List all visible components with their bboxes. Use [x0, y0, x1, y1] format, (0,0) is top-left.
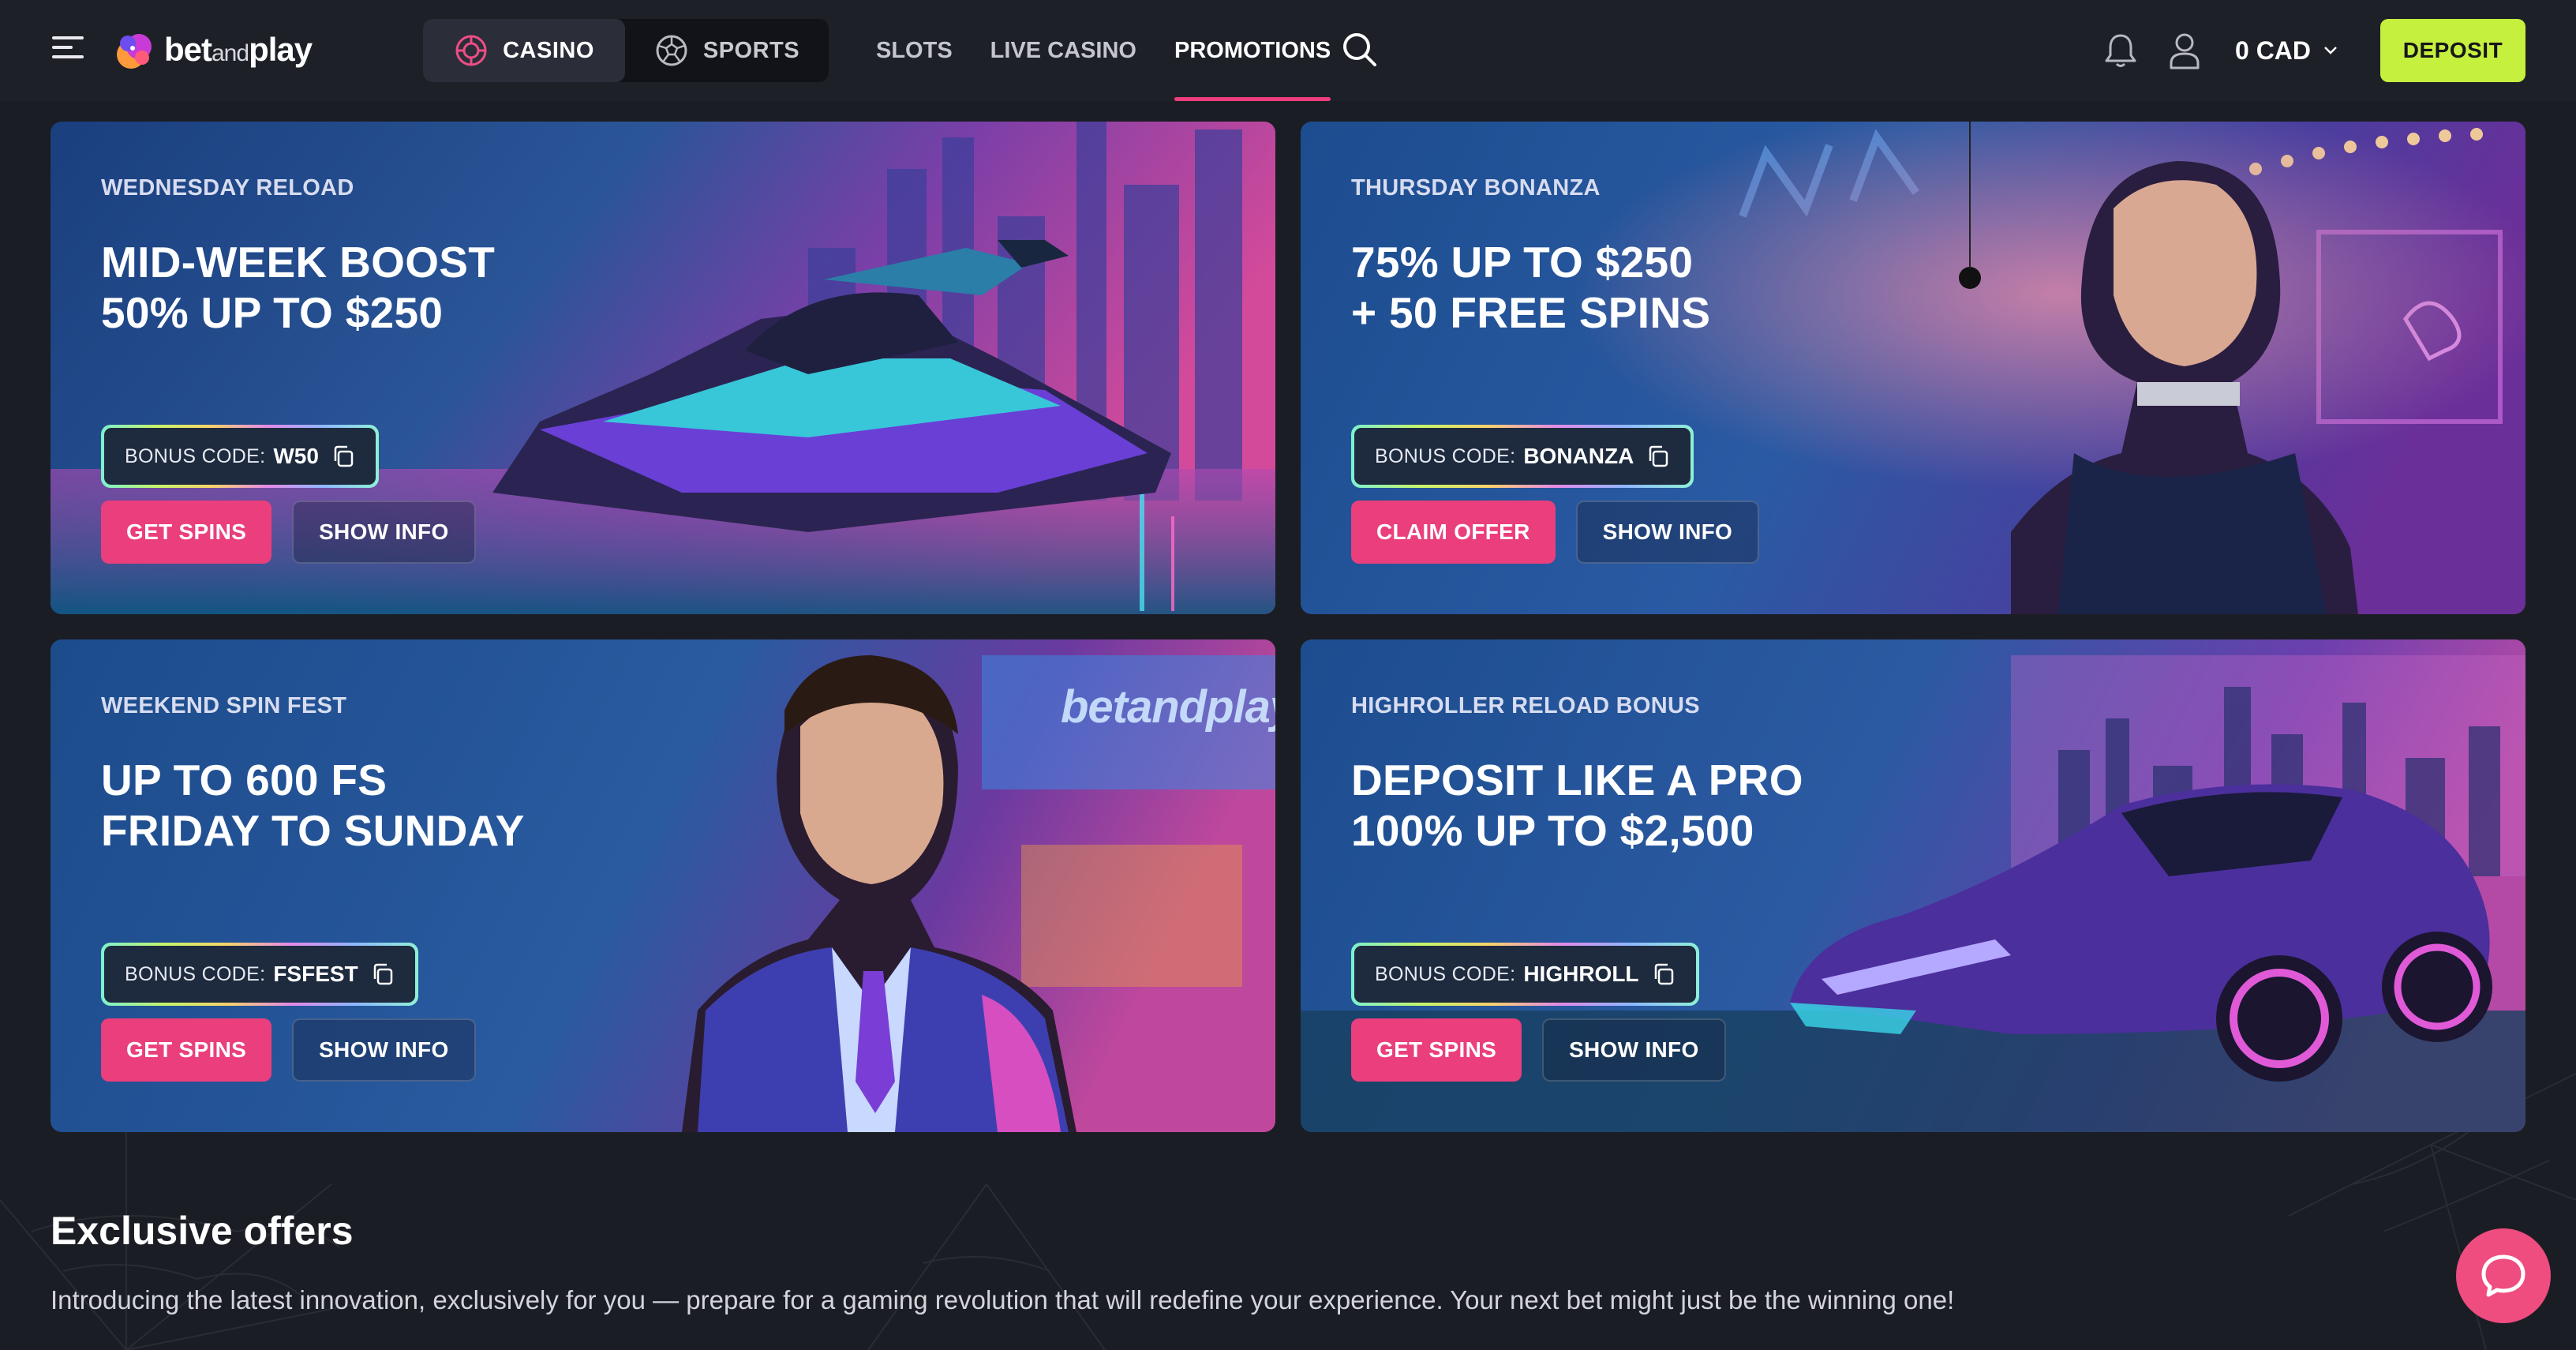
promo-title: DEPOSIT LIKE A PRO 100% UP TO $2,500	[1351, 756, 1803, 855]
nav-live-casino[interactable]: LIVE CASINO	[990, 0, 1136, 101]
show-info-button[interactable]: SHOW INFO	[1542, 1018, 1726, 1082]
bonus-code-value: W50	[273, 444, 319, 468]
promo-card-wednesday: WEDNESDAY RELOAD MID-WEEK BOOST 50% UP TO…	[51, 122, 1275, 614]
brand-logo[interactable]: betandplay	[114, 24, 313, 76]
balance-dropdown[interactable]: 0 CAD	[2235, 32, 2339, 69]
promo-content: WEDNESDAY RELOAD MID-WEEK BOOST 50% UP TO…	[101, 122, 811, 614]
promo-card-weekend: WEEKEND SPIN FEST UP TO 600 FS FRIDAY TO …	[51, 639, 1275, 1132]
chevron-down-icon	[2324, 47, 2337, 54]
user-icon[interactable]	[2167, 32, 2202, 69]
bonus-code-value: FSFEST	[273, 962, 358, 986]
logo-dice-icon	[117, 34, 152, 69]
top-header: betandplay CASINO SPORTS SLOTS LIVE CASI…	[0, 0, 2576, 101]
copy-icon[interactable]	[1652, 962, 1676, 986]
promo-kicker: HIGHROLLER RELOAD BONUS	[1351, 693, 1700, 718]
betandplay-neon-sign: betandplay	[1061, 681, 1275, 733]
exclusive-offers-heading: Exclusive offers	[51, 1209, 354, 1253]
tab-casino[interactable]: CASINO	[423, 19, 625, 82]
promo-kicker: WEDNESDAY RELOAD	[101, 175, 354, 201]
promo-kicker: WEEKEND SPIN FEST	[101, 693, 347, 718]
tab-sports-label: SPORTS	[702, 37, 800, 63]
promo-content: HIGHROLLER RELOAD BONUS DEPOSIT LIKE A P…	[1351, 639, 2061, 1132]
bonus-code-label: BONUS CODE:	[1375, 444, 1516, 467]
promo-card-highroller: HIGHROLLER RELOAD BONUS DEPOSIT LIKE A P…	[1301, 639, 2525, 1132]
menu-icon[interactable]	[52, 36, 84, 62]
show-info-button[interactable]: SHOW INFO	[292, 501, 476, 564]
exclusive-offers-description: Introducing the latest innovation, exclu…	[51, 1285, 1955, 1314]
bonus-code-box[interactable]: BONUS CODE: HIGHROLL	[1351, 943, 1699, 1006]
copy-icon[interactable]	[331, 444, 355, 468]
soccer-ball-icon	[656, 35, 687, 66]
tab-sports[interactable]: SPORTS	[625, 19, 829, 82]
bonus-code-value: HIGHROLL	[1523, 962, 1639, 986]
bonus-code-box[interactable]: BONUS CODE: BONANZA	[1351, 425, 1694, 488]
promo-content: WEEKEND SPIN FEST UP TO 600 FS FRIDAY TO …	[101, 639, 811, 1132]
tab-casino-label: CASINO	[503, 37, 594, 63]
balance-value: 0 CAD	[2235, 36, 2312, 65]
get-spins-button[interactable]: GET SPINS	[101, 1018, 272, 1082]
copy-icon[interactable]	[371, 962, 395, 986]
promo-title: UP TO 600 FS FRIDAY TO SUNDAY	[101, 756, 525, 855]
get-spins-button[interactable]: GET SPINS	[1351, 1018, 1522, 1082]
chat-bubble-icon	[2481, 1254, 2525, 1297]
get-spins-button[interactable]: GET SPINS	[101, 501, 272, 564]
show-info-button[interactable]: SHOW INFO	[292, 1018, 476, 1082]
show-info-button[interactable]: SHOW INFO	[1575, 501, 1760, 564]
bonus-code-label: BONUS CODE:	[1375, 962, 1516, 985]
product-switch: CASINO SPORTS	[423, 19, 829, 82]
bell-icon[interactable]	[2102, 32, 2139, 69]
live-chat-button[interactable]	[2456, 1228, 2551, 1323]
promo-title: 75% UP TO $250 + 50 FREE SPINS	[1351, 238, 1711, 337]
casino-chip-icon	[455, 35, 487, 66]
main-nav: SLOTS LIVE CASINO PROMOTIONS	[876, 0, 1368, 101]
logo-text: betandplay	[164, 31, 313, 68]
nav-promotions[interactable]: PROMOTIONS	[1174, 0, 1331, 101]
bonus-code-label: BONUS CODE:	[125, 444, 266, 467]
deposit-button[interactable]: DEPOSIT	[2380, 19, 2525, 82]
promo-title: MID-WEEK BOOST 50% UP TO $250	[101, 238, 496, 337]
promo-content: THURSDAY BONANZA 75% UP TO $250 + 50 FREE…	[1351, 122, 2061, 614]
bonus-code-box[interactable]: BONUS CODE: W50	[101, 425, 379, 488]
bonus-code-label: BONUS CODE:	[125, 962, 266, 985]
search-icon[interactable]	[1340, 30, 1380, 69]
bonus-code-box[interactable]: BONUS CODE: FSFEST	[101, 943, 418, 1006]
claim-offer-button[interactable]: CLAIM OFFER	[1351, 501, 1556, 564]
copy-icon[interactable]	[1646, 444, 1670, 468]
bonus-code-value: BONANZA	[1523, 444, 1634, 468]
promo-card-thursday: THURSDAY BONANZA 75% UP TO $250 + 50 FREE…	[1301, 122, 2525, 614]
promo-kicker: THURSDAY BONANZA	[1351, 175, 1601, 201]
nav-slots[interactable]: SLOTS	[876, 0, 953, 101]
